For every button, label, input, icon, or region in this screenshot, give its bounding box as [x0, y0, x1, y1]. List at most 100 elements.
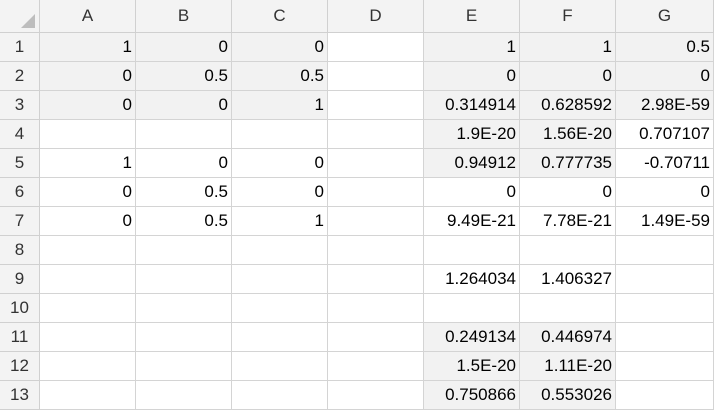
cell-b2[interactable]: 0.5 — [136, 62, 232, 91]
cell-b7[interactable]: 0.5 — [136, 207, 232, 236]
cell-e1[interactable]: 1 — [424, 33, 520, 62]
cell-a12[interactable] — [40, 352, 136, 381]
cell-f7[interactable]: 7.78E-21 — [520, 207, 616, 236]
cell-d7[interactable] — [328, 207, 424, 236]
select-all-button[interactable] — [0, 0, 40, 33]
row-header-1[interactable]: 1 — [0, 33, 40, 62]
cell-b5[interactable]: 0 — [136, 149, 232, 178]
column-header-f[interactable]: F — [520, 0, 616, 33]
cell-a10[interactable] — [40, 294, 136, 323]
cell-f1[interactable]: 1 — [520, 33, 616, 62]
cell-d3[interactable] — [328, 91, 424, 120]
column-header-g[interactable]: G — [616, 0, 714, 33]
cell-b6[interactable]: 0.5 — [136, 178, 232, 207]
cell-f4[interactable]: 1.56E-20 — [520, 120, 616, 149]
cell-e2[interactable]: 0 — [424, 62, 520, 91]
column-header-c[interactable]: C — [232, 0, 328, 33]
cell-d10[interactable] — [328, 294, 424, 323]
cell-c9[interactable] — [232, 265, 328, 294]
row-header-12[interactable]: 12 — [0, 352, 40, 381]
cell-e9[interactable]: 1.264034 — [424, 265, 520, 294]
cell-a2[interactable]: 0 — [40, 62, 136, 91]
cell-d12[interactable] — [328, 352, 424, 381]
row-header-7[interactable]: 7 — [0, 207, 40, 236]
cell-b10[interactable] — [136, 294, 232, 323]
cell-d6[interactable] — [328, 178, 424, 207]
row-header-10[interactable]: 10 — [0, 294, 40, 323]
cell-f8[interactable] — [520, 236, 616, 265]
cell-b1[interactable]: 0 — [136, 33, 232, 62]
cell-g8[interactable] — [616, 236, 714, 265]
row-header-5[interactable]: 5 — [0, 149, 40, 178]
cell-a6[interactable]: 0 — [40, 178, 136, 207]
cell-e10[interactable] — [424, 294, 520, 323]
cell-a4[interactable] — [40, 120, 136, 149]
cell-d5[interactable] — [328, 149, 424, 178]
cell-f10[interactable] — [520, 294, 616, 323]
cell-g12[interactable] — [616, 352, 714, 381]
row-header-6[interactable]: 6 — [0, 178, 40, 207]
cell-c6[interactable]: 0 — [232, 178, 328, 207]
cell-e11[interactable]: 0.249134 — [424, 323, 520, 352]
cell-g9[interactable] — [616, 265, 714, 294]
cell-a7[interactable]: 0 — [40, 207, 136, 236]
cell-b3[interactable]: 0 — [136, 91, 232, 120]
column-header-b[interactable]: B — [136, 0, 232, 33]
cell-b13[interactable] — [136, 381, 232, 410]
cell-a8[interactable] — [40, 236, 136, 265]
cell-g11[interactable] — [616, 323, 714, 352]
cell-e5[interactable]: 0.94912 — [424, 149, 520, 178]
cell-b12[interactable] — [136, 352, 232, 381]
cell-g6[interactable]: 0 — [616, 178, 714, 207]
cell-e12[interactable]: 1.5E-20 — [424, 352, 520, 381]
cell-e7[interactable]: 9.49E-21 — [424, 207, 520, 236]
cell-a1[interactable]: 1 — [40, 33, 136, 62]
cell-a3[interactable]: 0 — [40, 91, 136, 120]
cell-a13[interactable] — [40, 381, 136, 410]
row-header-2[interactable]: 2 — [0, 62, 40, 91]
cell-c2[interactable]: 0.5 — [232, 62, 328, 91]
cell-a9[interactable] — [40, 265, 136, 294]
cell-c7[interactable]: 1 — [232, 207, 328, 236]
cell-c10[interactable] — [232, 294, 328, 323]
cell-c4[interactable] — [232, 120, 328, 149]
cell-c13[interactable] — [232, 381, 328, 410]
cell-d8[interactable] — [328, 236, 424, 265]
cell-d9[interactable] — [328, 265, 424, 294]
cell-f12[interactable]: 1.11E-20 — [520, 352, 616, 381]
cell-e6[interactable]: 0 — [424, 178, 520, 207]
cell-g1[interactable]: 0.5 — [616, 33, 714, 62]
cell-d4[interactable] — [328, 120, 424, 149]
cell-f2[interactable]: 0 — [520, 62, 616, 91]
cell-g4[interactable]: 0.707107 — [616, 120, 714, 149]
cell-a5[interactable]: 1 — [40, 149, 136, 178]
cell-c1[interactable]: 0 — [232, 33, 328, 62]
cell-g13[interactable] — [616, 381, 714, 410]
cell-c3[interactable]: 1 — [232, 91, 328, 120]
cell-f11[interactable]: 0.446974 — [520, 323, 616, 352]
row-header-13[interactable]: 13 — [0, 381, 40, 410]
cell-c8[interactable] — [232, 236, 328, 265]
cell-g3[interactable]: 2.98E-59 — [616, 91, 714, 120]
cell-g7[interactable]: 1.49E-59 — [616, 207, 714, 236]
cell-f9[interactable]: 1.406327 — [520, 265, 616, 294]
row-header-4[interactable]: 4 — [0, 120, 40, 149]
row-header-3[interactable]: 3 — [0, 91, 40, 120]
cell-d2[interactable] — [328, 62, 424, 91]
cell-e3[interactable]: 0.314914 — [424, 91, 520, 120]
column-header-d[interactable]: D — [328, 0, 424, 33]
cell-e13[interactable]: 0.750866 — [424, 381, 520, 410]
row-header-9[interactable]: 9 — [0, 265, 40, 294]
cell-b4[interactable] — [136, 120, 232, 149]
cell-f3[interactable]: 0.628592 — [520, 91, 616, 120]
cell-d1[interactable] — [328, 33, 424, 62]
cell-c5[interactable]: 0 — [232, 149, 328, 178]
cell-e4[interactable]: 1.9E-20 — [424, 120, 520, 149]
column-header-e[interactable]: E — [424, 0, 520, 33]
cell-b8[interactable] — [136, 236, 232, 265]
row-header-11[interactable]: 11 — [0, 323, 40, 352]
cell-g10[interactable] — [616, 294, 714, 323]
cell-d13[interactable] — [328, 381, 424, 410]
cell-c11[interactable] — [232, 323, 328, 352]
row-header-8[interactable]: 8 — [0, 236, 40, 265]
